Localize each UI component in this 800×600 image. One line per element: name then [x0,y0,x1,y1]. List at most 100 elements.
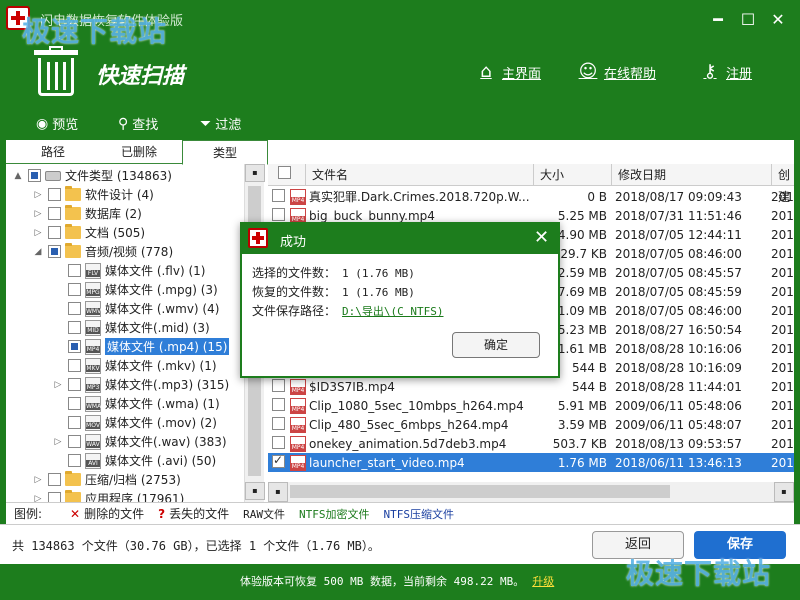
scroll-left-icon[interactable]: ▪ [268,482,288,502]
file-row[interactable]: MP4launcher_start_video.mp4 1.76 MB 2018/0… [268,453,794,472]
tree-checkbox[interactable] [68,283,81,296]
file-checkbox[interactable] [272,453,285,468]
tree-expander-icon[interactable]: ◢ [32,247,44,257]
mp4-file-icon: MP4 [290,454,306,471]
tree-checkbox[interactable] [48,473,61,486]
eye-icon: ◉ [36,115,49,132]
header-select-all[interactable] [268,164,306,186]
tree-item[interactable]: MID 媒体文件(.mid) (3) [6,318,244,337]
folder-icon [65,243,81,258]
toolbar: ◉ 预览 ⚲ 查找 ⏷ 过滤 [0,108,800,138]
file-checkbox[interactable] [272,378,285,392]
file-checkbox[interactable] [272,397,285,411]
tree-item[interactable]: MOV 媒体文件 (.mov) (2) [6,413,244,432]
column-header-date[interactable]: 修改日期 [612,164,772,186]
file-row[interactable]: MP4 $ID3S7IB.mp4 544 B 2018/08/28 11:44:01 2… [268,377,794,396]
file-row[interactable]: MP4 Clip_1080_5sec_10mbps_h264.mp4 5.91 MB… [268,396,794,415]
list-hscrollbar[interactable]: ▪ ▪ [268,482,794,502]
tree-checkbox[interactable] [48,492,61,502]
tree-item[interactable]: MPG 媒体文件 (.mpg) (3) [6,280,244,299]
tree-item[interactable]: ▷ MP3 媒体文件(.mp3) (315) [6,375,244,394]
tree-expander-icon[interactable]: ▷ [32,190,44,200]
tree-item[interactable]: ▷ 软件设计 (4) [6,185,244,204]
search-icon: ⚲ [118,115,129,132]
list-hscroll-thumb[interactable] [290,485,670,498]
tree-item[interactable]: ▲ 文件类型 (134863) [6,166,244,185]
file-created: 201 [771,341,793,356]
tree-expander-icon[interactable]: ▷ [52,380,64,390]
tree-checkbox[interactable] [48,226,61,239]
nav-home-link[interactable]: ⌂ 主界面 [476,62,541,82]
tree-expander-icon[interactable]: ▷ [32,475,44,485]
media-file-icon: MPG [85,281,101,298]
file-checkbox[interactable] [272,435,285,449]
upgrade-link[interactable]: 升级 [532,575,554,588]
tree-checkbox[interactable] [48,188,61,201]
tree-item[interactable]: ▷ 应用程序 (17961) [6,489,244,502]
maximize-icon[interactable]: ☐ [738,10,758,30]
close-icon[interactable]: ✕ [768,10,788,30]
tree-checkbox[interactable] [28,169,41,182]
preview-button[interactable]: ◉ 预览 [36,114,78,134]
tree-checkbox[interactable] [68,359,81,372]
tree-item[interactable]: MKV 媒体文件 (.mkv) (1) [6,356,244,375]
dialog-close-icon[interactable]: ✕ [534,227,549,248]
file-checkbox[interactable] [272,188,285,202]
file-checkbox[interactable] [272,207,285,221]
file-checkbox[interactable] [272,416,285,430]
tree-checkbox[interactable] [68,416,81,429]
nav-register-link[interactable]: ⚷ 注册 [700,62,752,82]
tree-item[interactable]: AVI 媒体文件 (.avi) (50) [6,451,244,470]
tree-item[interactable]: ▷ WAV 媒体文件(.wav) (383) [6,432,244,451]
file-date: 2018/07/05 08:46:00 [615,246,742,261]
tab-path[interactable]: 路径 [10,140,96,164]
search-button[interactable]: ⚲ 查找 [118,114,158,134]
tree-expander-icon[interactable]: ▷ [52,437,64,447]
tree-expander-icon[interactable]: ▷ [32,209,44,219]
tree-item[interactable]: FLV 媒体文件 (.flv) (1) [6,261,244,280]
tree-item[interactable]: ▷ 数据库 (2) [6,204,244,223]
file-row[interactable]: MP4 真实犯罪.Dark.Crimes.2018.720p.W... 0 B 201… [268,187,794,206]
nav-help-link[interactable]: ☺ 在线帮助 [578,62,656,82]
tree-checkbox[interactable] [68,378,81,391]
dialog-ok-button[interactable]: 确定 [452,332,540,358]
tab-type[interactable]: 类型 [182,140,268,165]
filter-button[interactable]: ⏷ 过滤 [200,114,241,134]
media-file-icon: MID [85,319,101,336]
tree-item-label: 媒体文件 (.wma) (1) [105,397,220,411]
tree-item[interactable]: MP4 媒体文件 (.mp4) (15) [6,337,244,356]
tree-checkbox[interactable] [68,302,81,315]
tree-item-label: 媒体文件(.wav) (383) [105,435,227,449]
tree-checkbox[interactable] [48,207,61,220]
tree-expander-icon[interactable]: ▷ [32,228,44,238]
file-size: 0 B [587,189,607,204]
tree-checkbox[interactable] [48,245,61,258]
tab-deleted[interactable]: 已删除 [96,140,182,164]
scroll-down-icon[interactable]: ▪ [245,482,265,500]
tree-checkbox[interactable] [68,397,81,410]
tree-item[interactable]: WMA 媒体文件 (.wma) (1) [6,394,244,413]
tree-checkbox[interactable] [68,321,81,334]
tree-checkbox[interactable] [68,435,81,448]
tree-expander-icon[interactable]: ▲ [12,171,24,181]
save-path-link[interactable]: D:\导出\(C NTFS) [342,305,443,318]
tree-item[interactable]: ◢ 音频/视频 (778) [6,242,244,261]
file-created: 201 [771,436,793,451]
tree-checkbox[interactable] [68,264,81,277]
tree-checkbox[interactable] [68,454,81,467]
tree-checkbox[interactable] [68,340,81,353]
select-all-checkbox[interactable] [278,166,291,179]
tree-item[interactable]: ▷ 文档 (505) [6,223,244,242]
column-header-size[interactable]: 大小 [534,164,612,186]
scroll-up-icon[interactable]: ▪ [245,164,265,182]
minimize-icon[interactable]: ━ [708,10,728,30]
tree-item[interactable]: ▷ 压缩/归档 (2753) [6,470,244,489]
file-row[interactable]: MP4 Clip_480_5sec_6mbps_h264.mp4 3.59 MB 20… [268,415,794,434]
column-header-created[interactable]: 创建 [772,164,794,204]
file-name: Clip_480_5sec_6mbps_h264.mp4 [309,417,509,432]
column-header-name[interactable]: 文件名 [306,164,534,186]
tree-expander-icon[interactable]: ▷ [32,494,44,503]
tree-item[interactable]: WMV 媒体文件 (.wmv) (4) [6,299,244,318]
scroll-right-icon[interactable]: ▪ [774,482,794,502]
file-row[interactable]: MP4 onekey_animation.5d7deb3.mp4 503.7 KB 2… [268,434,794,453]
